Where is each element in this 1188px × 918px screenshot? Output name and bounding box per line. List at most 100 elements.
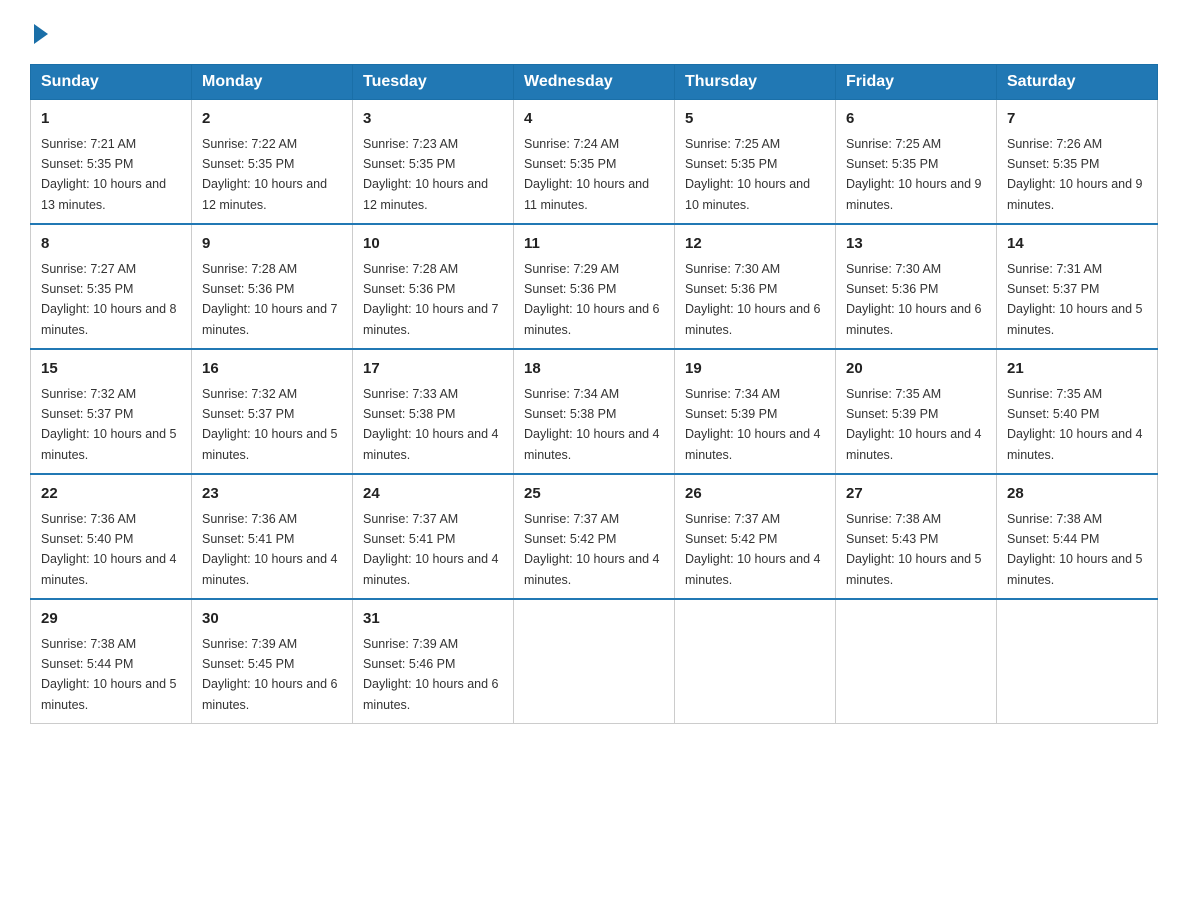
- calendar-week-row: 15 Sunrise: 7:32 AMSunset: 5:37 PMDayligh…: [31, 349, 1158, 474]
- calendar-cell: 23 Sunrise: 7:36 AMSunset: 5:41 PMDayligh…: [192, 474, 353, 599]
- day-info: Sunrise: 7:31 AMSunset: 5:37 PMDaylight:…: [1007, 262, 1143, 337]
- calendar-cell: [836, 599, 997, 724]
- day-info: Sunrise: 7:33 AMSunset: 5:38 PMDaylight:…: [363, 387, 499, 462]
- day-info: Sunrise: 7:25 AMSunset: 5:35 PMDaylight:…: [685, 137, 810, 212]
- calendar-cell: 25 Sunrise: 7:37 AMSunset: 5:42 PMDayligh…: [514, 474, 675, 599]
- day-number: 14: [1007, 233, 1147, 256]
- day-info: Sunrise: 7:32 AMSunset: 5:37 PMDaylight:…: [41, 387, 177, 462]
- day-number: 26: [685, 483, 825, 506]
- day-number: 17: [363, 358, 503, 381]
- calendar-cell: 7 Sunrise: 7:26 AMSunset: 5:35 PMDaylight…: [997, 100, 1158, 225]
- day-number: 6: [846, 108, 986, 131]
- day-number: 24: [363, 483, 503, 506]
- day-number: 1: [41, 108, 181, 131]
- calendar-cell: [997, 599, 1158, 724]
- day-number: 3: [363, 108, 503, 131]
- calendar-cell: 5 Sunrise: 7:25 AMSunset: 5:35 PMDaylight…: [675, 100, 836, 225]
- col-header-tuesday: Tuesday: [353, 65, 514, 100]
- day-number: 23: [202, 483, 342, 506]
- calendar-table: SundayMondayTuesdayWednesdayThursdayFrid…: [30, 64, 1158, 724]
- calendar-cell: 21Sunrise: 7:35 AMSunset: 5:40 PMDayligh…: [997, 349, 1158, 474]
- col-header-wednesday: Wednesday: [514, 65, 675, 100]
- calendar-cell: 17 Sunrise: 7:33 AMSunset: 5:38 PMDayligh…: [353, 349, 514, 474]
- day-number: 22: [41, 483, 181, 506]
- day-number: 25: [524, 483, 664, 506]
- calendar-cell: [675, 599, 836, 724]
- calendar-cell: 10 Sunrise: 7:28 AMSunset: 5:36 PMDayligh…: [353, 224, 514, 349]
- calendar-cell: 20Sunrise: 7:35 AMSunset: 5:39 PMDayligh…: [836, 349, 997, 474]
- day-info: Sunrise: 7:21 AMSunset: 5:35 PMDaylight:…: [41, 137, 166, 212]
- day-number: 30: [202, 608, 342, 631]
- calendar-cell: 14 Sunrise: 7:31 AMSunset: 5:37 PMDayligh…: [997, 224, 1158, 349]
- col-header-saturday: Saturday: [997, 65, 1158, 100]
- calendar-cell: 2 Sunrise: 7:22 AMSunset: 5:35 PMDaylight…: [192, 100, 353, 225]
- day-info: Sunrise: 7:37 AMSunset: 5:42 PMDaylight:…: [685, 512, 821, 587]
- calendar-cell: 8Sunrise: 7:27 AMSunset: 5:35 PMDaylight…: [31, 224, 192, 349]
- col-header-sunday: Sunday: [31, 65, 192, 100]
- calendar-cell: 30 Sunrise: 7:39 AMSunset: 5:45 PMDayligh…: [192, 599, 353, 724]
- day-number: 13: [846, 233, 986, 256]
- calendar-cell: 11Sunrise: 7:29 AMSunset: 5:36 PMDayligh…: [514, 224, 675, 349]
- day-info: Sunrise: 7:37 AMSunset: 5:41 PMDaylight:…: [363, 512, 499, 587]
- calendar-week-row: 22 Sunrise: 7:36 AMSunset: 5:40 PMDayligh…: [31, 474, 1158, 599]
- day-info: Sunrise: 7:28 AMSunset: 5:36 PMDaylight:…: [202, 262, 338, 337]
- calendar-cell: 18Sunrise: 7:34 AMSunset: 5:38 PMDayligh…: [514, 349, 675, 474]
- day-info: Sunrise: 7:37 AMSunset: 5:42 PMDaylight:…: [524, 512, 660, 587]
- col-header-friday: Friday: [836, 65, 997, 100]
- calendar-cell: 1 Sunrise: 7:21 AMSunset: 5:35 PMDaylight…: [31, 100, 192, 225]
- calendar-cell: 3 Sunrise: 7:23 AMSunset: 5:35 PMDaylight…: [353, 100, 514, 225]
- logo: [30, 20, 48, 44]
- day-number: 11: [524, 233, 664, 256]
- day-info: Sunrise: 7:38 AMSunset: 5:44 PMDaylight:…: [41, 637, 177, 712]
- calendar-cell: [514, 599, 675, 724]
- calendar-cell: 6 Sunrise: 7:25 AMSunset: 5:35 PMDaylight…: [836, 100, 997, 225]
- col-header-thursday: Thursday: [675, 65, 836, 100]
- calendar-header-row: SundayMondayTuesdayWednesdayThursdayFrid…: [31, 65, 1158, 100]
- calendar-cell: 27 Sunrise: 7:38 AMSunset: 5:43 PMDayligh…: [836, 474, 997, 599]
- day-info: Sunrise: 7:27 AMSunset: 5:35 PMDaylight:…: [41, 262, 177, 337]
- calendar-cell: 24 Sunrise: 7:37 AMSunset: 5:41 PMDayligh…: [353, 474, 514, 599]
- calendar-week-row: 29 Sunrise: 7:38 AMSunset: 5:44 PMDayligh…: [31, 599, 1158, 724]
- day-number: 20: [846, 358, 986, 381]
- day-info: Sunrise: 7:36 AMSunset: 5:40 PMDaylight:…: [41, 512, 177, 587]
- day-number: 10: [363, 233, 503, 256]
- day-number: 16: [202, 358, 342, 381]
- calendar-cell: 22 Sunrise: 7:36 AMSunset: 5:40 PMDayligh…: [31, 474, 192, 599]
- day-info: Sunrise: 7:35 AMSunset: 5:40 PMDaylight:…: [1007, 387, 1143, 462]
- day-number: 4: [524, 108, 664, 131]
- day-number: 15: [41, 358, 181, 381]
- day-number: 27: [846, 483, 986, 506]
- calendar-cell: 13Sunrise: 7:30 AMSunset: 5:36 PMDayligh…: [836, 224, 997, 349]
- day-info: Sunrise: 7:38 AMSunset: 5:43 PMDaylight:…: [846, 512, 982, 587]
- day-number: 9: [202, 233, 342, 256]
- day-number: 5: [685, 108, 825, 131]
- day-info: Sunrise: 7:22 AMSunset: 5:35 PMDaylight:…: [202, 137, 327, 212]
- day-number: 12: [685, 233, 825, 256]
- calendar-cell: 31 Sunrise: 7:39 AMSunset: 5:46 PMDayligh…: [353, 599, 514, 724]
- calendar-cell: 9 Sunrise: 7:28 AMSunset: 5:36 PMDaylight…: [192, 224, 353, 349]
- day-info: Sunrise: 7:36 AMSunset: 5:41 PMDaylight:…: [202, 512, 338, 587]
- day-number: 7: [1007, 108, 1147, 131]
- day-info: Sunrise: 7:28 AMSunset: 5:36 PMDaylight:…: [363, 262, 499, 337]
- day-number: 19: [685, 358, 825, 381]
- day-info: Sunrise: 7:25 AMSunset: 5:35 PMDaylight:…: [846, 137, 982, 212]
- day-info: Sunrise: 7:34 AMSunset: 5:39 PMDaylight:…: [685, 387, 821, 462]
- col-header-monday: Monday: [192, 65, 353, 100]
- day-info: Sunrise: 7:23 AMSunset: 5:35 PMDaylight:…: [363, 137, 488, 212]
- day-number: 29: [41, 608, 181, 631]
- calendar-cell: 28Sunrise: 7:38 AMSunset: 5:44 PMDayligh…: [997, 474, 1158, 599]
- calendar-week-row: 1 Sunrise: 7:21 AMSunset: 5:35 PMDaylight…: [31, 100, 1158, 225]
- day-number: 2: [202, 108, 342, 131]
- day-info: Sunrise: 7:38 AMSunset: 5:44 PMDaylight:…: [1007, 512, 1143, 587]
- calendar-cell: 19 Sunrise: 7:34 AMSunset: 5:39 PMDayligh…: [675, 349, 836, 474]
- day-number: 31: [363, 608, 503, 631]
- day-info: Sunrise: 7:26 AMSunset: 5:35 PMDaylight:…: [1007, 137, 1143, 212]
- calendar-cell: 12 Sunrise: 7:30 AMSunset: 5:36 PMDayligh…: [675, 224, 836, 349]
- day-info: Sunrise: 7:39 AMSunset: 5:45 PMDaylight:…: [202, 637, 338, 712]
- calendar-cell: 29 Sunrise: 7:38 AMSunset: 5:44 PMDayligh…: [31, 599, 192, 724]
- day-info: Sunrise: 7:24 AMSunset: 5:35 PMDaylight:…: [524, 137, 649, 212]
- calendar-cell: 16Sunrise: 7:32 AMSunset: 5:37 PMDayligh…: [192, 349, 353, 474]
- day-info: Sunrise: 7:30 AMSunset: 5:36 PMDaylight:…: [685, 262, 821, 337]
- calendar-week-row: 8Sunrise: 7:27 AMSunset: 5:35 PMDaylight…: [31, 224, 1158, 349]
- day-info: Sunrise: 7:39 AMSunset: 5:46 PMDaylight:…: [363, 637, 499, 712]
